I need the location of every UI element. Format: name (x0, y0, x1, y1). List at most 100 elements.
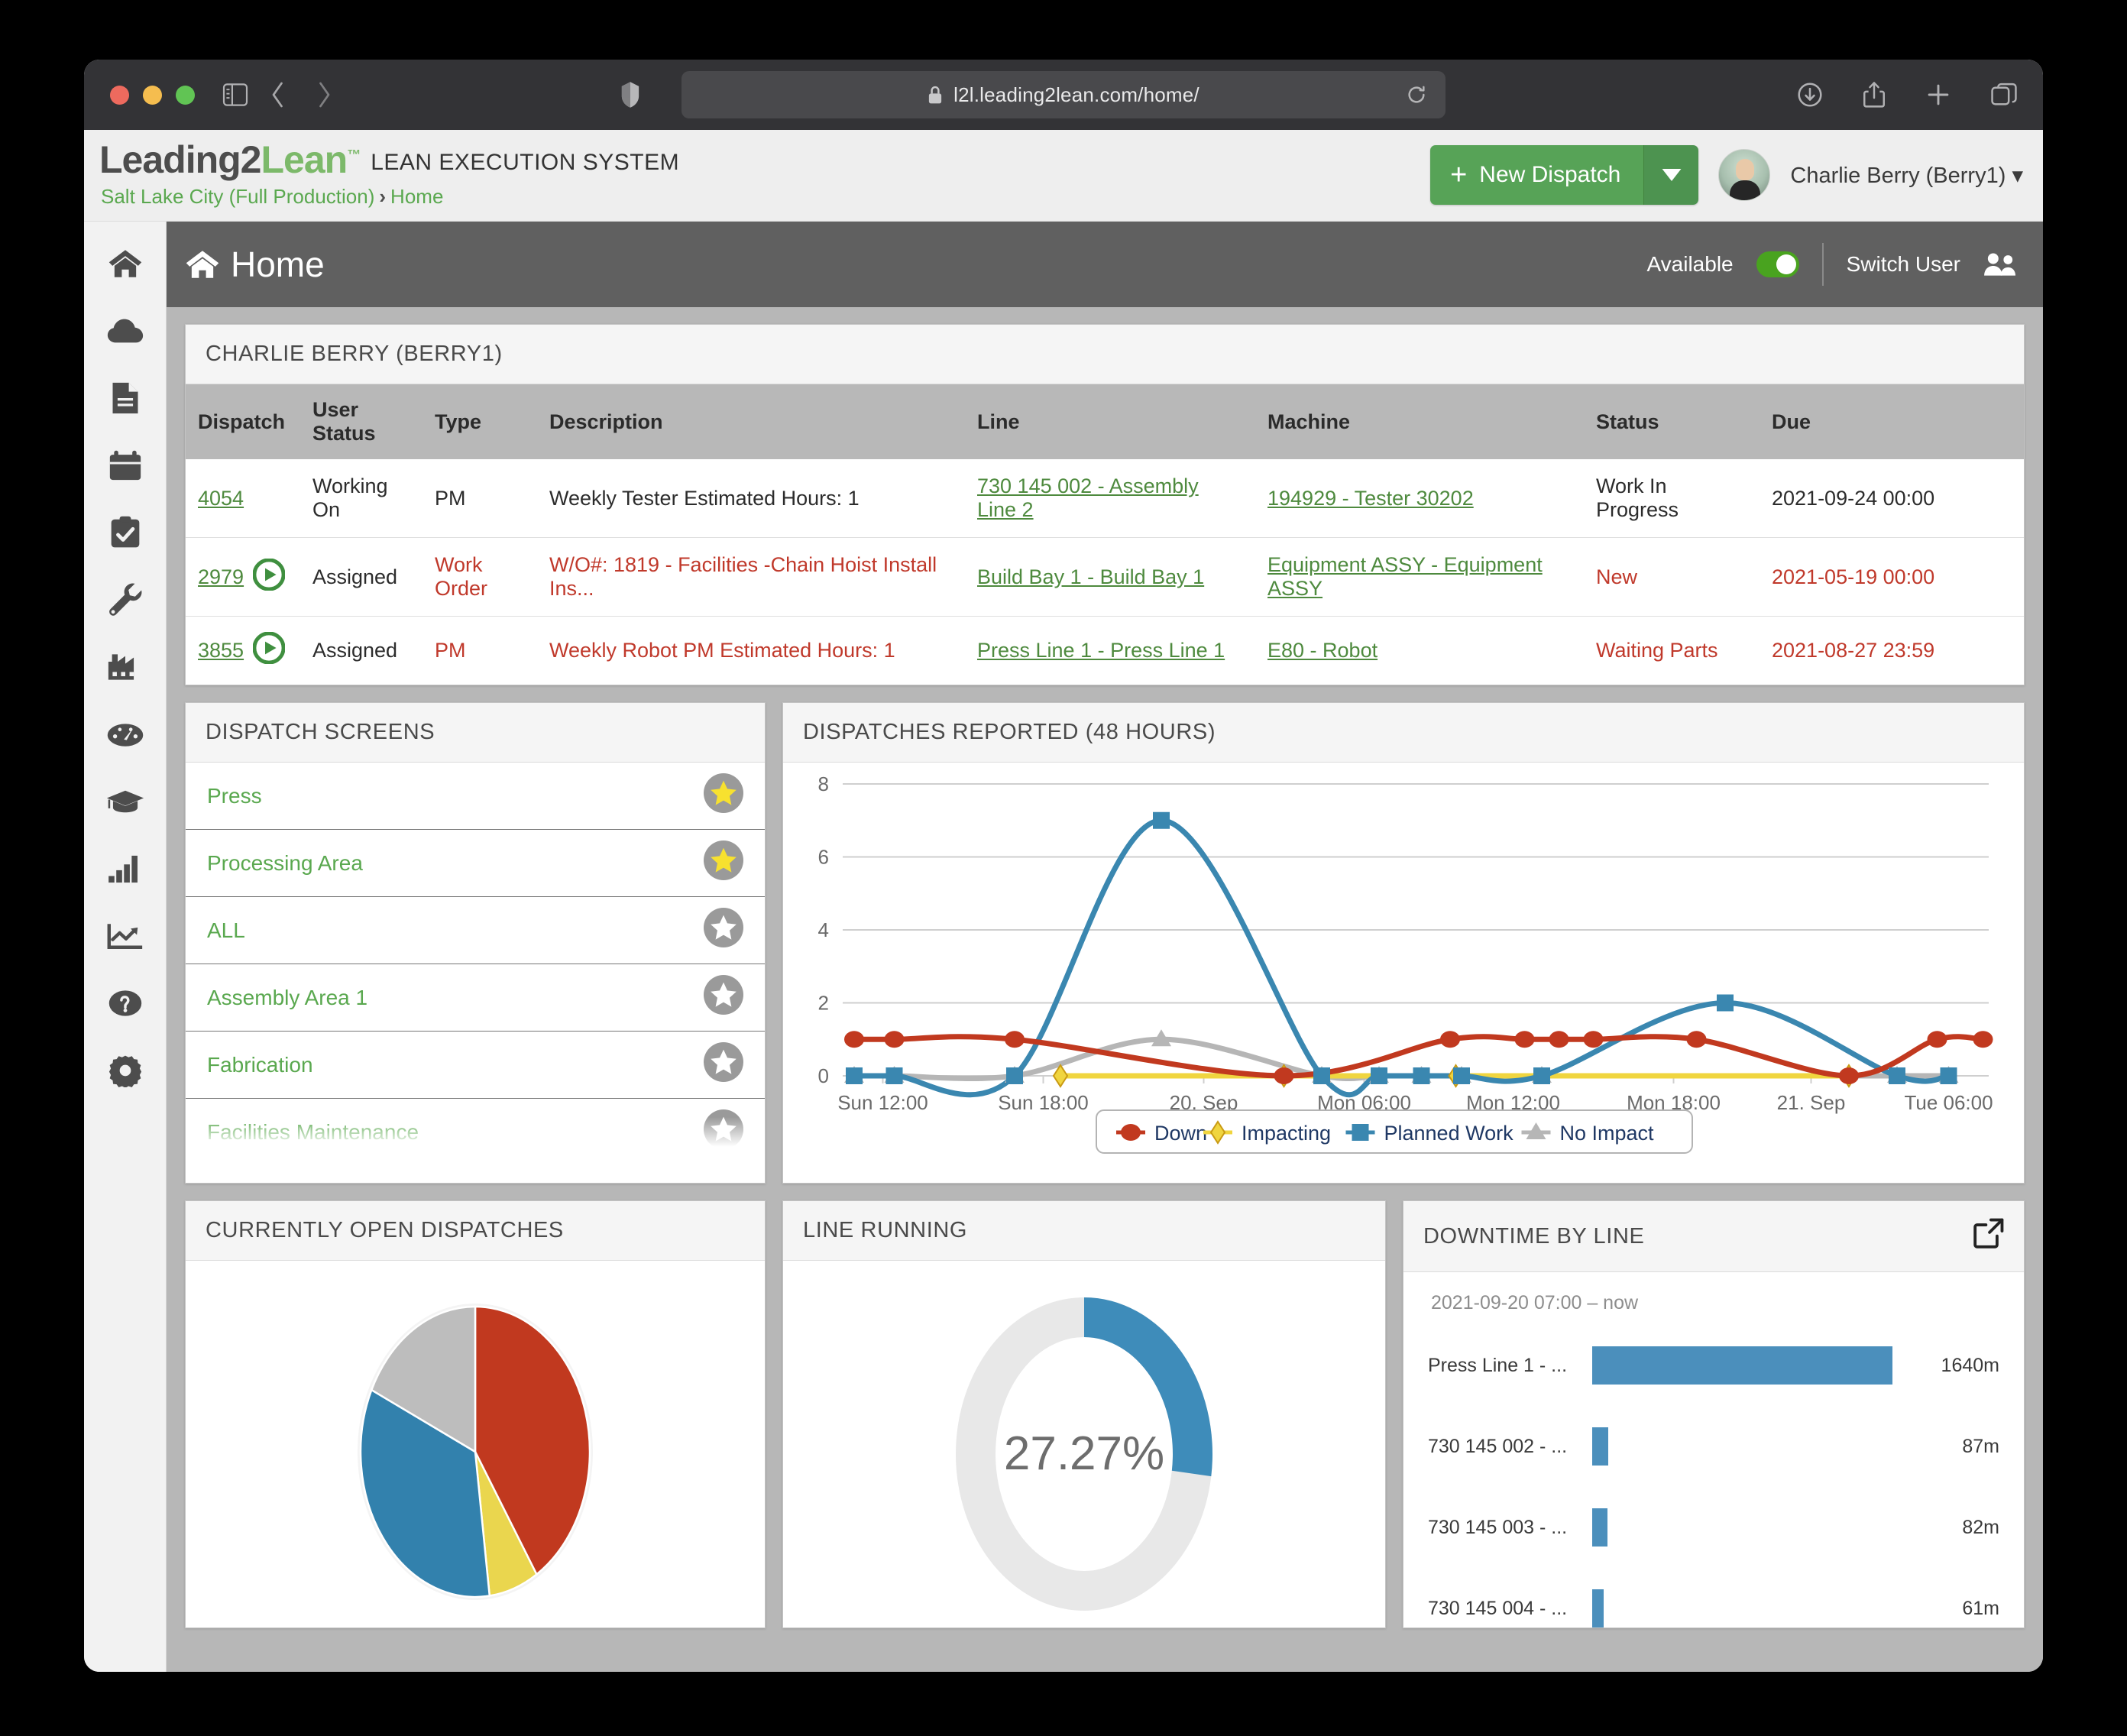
dispatch-table-body: 4054 Working On PM Weekly Tester Estimat… (186, 459, 2024, 685)
column-status[interactable]: Status (1584, 384, 1760, 459)
dispatch-link[interactable]: 3855 (198, 639, 244, 662)
list-item[interactable]: Facilities Maintenance (186, 1099, 765, 1166)
favorite-star-icon[interactable] (704, 1109, 743, 1155)
list-item[interactable]: Assembly Area 1 (186, 964, 765, 1032)
list-item[interactable]: Material Services (186, 1166, 765, 1183)
column-due[interactable]: Due (1760, 384, 2024, 459)
list-item[interactable]: Fabrication (186, 1032, 765, 1099)
cell-user-status: Working On (300, 459, 422, 538)
dispatches-reported-chart[interactable]: 0 2 4 6 8 Sun 12:00 Sun 18:00 20. Sep Mon 06:00 M… (783, 763, 2024, 1183)
column-dispatch[interactable]: Dispatch (186, 384, 300, 459)
close-window-button[interactable] (110, 85, 129, 105)
tab-overview-icon[interactable] (1991, 83, 2017, 107)
cell-dispatch: 2979 (186, 537, 300, 617)
dispatch-link[interactable]: 4054 (198, 487, 244, 510)
share-icon[interactable] (1863, 81, 1886, 108)
column-description[interactable]: Description (537, 384, 965, 459)
column-type[interactable]: Type (422, 384, 537, 459)
address-bar[interactable]: l2l.leading2lean.com/home/ (681, 71, 1446, 118)
downtime-row[interactable]: Press Line 1 - ... 1640m (1428, 1325, 1999, 1406)
forward-arrow-icon[interactable] (314, 81, 334, 108)
machine-link[interactable]: E80 - Robot (1267, 639, 1378, 662)
back-arrow-icon[interactable] (268, 81, 288, 108)
sidebar-item-help[interactable] (102, 981, 149, 1025)
sidebar-item-calendar[interactable] (102, 443, 149, 487)
window-traffic-lights[interactable] (110, 85, 195, 105)
favorite-star-icon[interactable] (704, 773, 743, 818)
favorite-star-icon[interactable] (704, 840, 743, 886)
list-item[interactable]: Press (186, 763, 765, 830)
downtime-value: 61m (1962, 1597, 1999, 1619)
sidebar-item-settings[interactable] (102, 1048, 149, 1093)
open-dispatches-title: CURRENTLY OPEN DISPATCHES (186, 1201, 765, 1261)
new-dispatch-button-group[interactable]: + New Dispatch (1430, 145, 1699, 205)
line-link[interactable]: 730 145 002 - Assembly Line 2 (977, 474, 1199, 521)
breadcrumb-page-link[interactable]: Home (390, 185, 443, 208)
line-link[interactable]: Press Line 1 - Press Line 1 (977, 639, 1225, 662)
column-user-status[interactable]: User Status (300, 384, 422, 459)
sidebar-item-training[interactable] (102, 779, 149, 824)
favorite-star-icon[interactable] (704, 908, 743, 953)
start-work-icon[interactable] (252, 557, 286, 596)
favorite-star-icon[interactable] (704, 1042, 743, 1087)
downtime-bar[interactable] (1592, 1427, 1608, 1466)
table-row[interactable]: 3855 Assigned PM Weekly Robot PM Estimat… (186, 617, 2024, 685)
line-link[interactable]: Build Bay 1 - Build Bay 1 (977, 565, 1204, 588)
user-menu[interactable]: Charlie Berry (Berry1) ▾ (1790, 162, 2023, 189)
svg-text:2: 2 (818, 992, 829, 1015)
page-title-text: Home (231, 245, 325, 284)
users-icon[interactable] (1983, 252, 2017, 277)
downtime-row[interactable]: 730 145 004 - ... 61m (1428, 1568, 1999, 1628)
sidebar-toggle-icon[interactable] (222, 83, 248, 106)
favorite-star-icon[interactable] (704, 1177, 743, 1183)
avatar[interactable] (1718, 149, 1771, 201)
machine-link[interactable]: Equipment ASSY - Equipment ASSY (1267, 553, 1543, 600)
privacy-shield-icon[interactable] (620, 80, 640, 109)
cell-machine: E80 - Robot (1255, 617, 1584, 685)
switch-user-label[interactable]: Switch User (1847, 252, 1960, 277)
external-link-icon[interactable] (1973, 1218, 2004, 1255)
column-line[interactable]: Line (965, 384, 1255, 459)
availability-toggle[interactable] (1756, 251, 1799, 277)
dashboard-scroll-area[interactable]: CHARLIE BERRY (BERRY1) Dispatch User Sta… (167, 307, 2043, 1672)
downtime-bar[interactable] (1592, 1589, 1604, 1628)
list-item[interactable]: Processing Area (186, 830, 765, 897)
downtime-row[interactable]: 730 145 002 - ... 87m (1428, 1406, 1999, 1487)
new-dispatch-dropdown-button[interactable] (1643, 145, 1699, 205)
new-dispatch-button[interactable]: + New Dispatch (1430, 145, 1644, 205)
table-row[interactable]: 4054 Working On PM Weekly Tester Estimat… (186, 459, 2024, 538)
sidebar-item-home[interactable] (102, 241, 149, 286)
downtime-bar[interactable] (1592, 1346, 1892, 1385)
downtime-row[interactable]: 730 145 003 - ... 82m (1428, 1487, 1999, 1568)
download-icon[interactable] (1797, 82, 1823, 108)
sidebar-item-trends[interactable] (102, 914, 149, 958)
dispatch-screens-list[interactable]: Press Processing Area ALL Assembly Area … (186, 763, 765, 1183)
page-title: Home (185, 244, 325, 285)
dispatch-link[interactable]: 2979 (198, 565, 244, 589)
machine-link[interactable]: 194929 - Tester 30202 (1267, 487, 1474, 510)
plus-icon[interactable] (1925, 82, 1951, 108)
table-row[interactable]: 2979 Assigned Work Order W/O#: 1819 - Fa… (186, 537, 2024, 617)
breadcrumb-site-link[interactable]: Salt Lake City (Full Production) (101, 185, 374, 208)
sidebar-item-cloud[interactable] (102, 309, 149, 353)
calendar-icon (109, 450, 141, 481)
column-machine[interactable]: Machine (1255, 384, 1584, 459)
open-dispatches-pie[interactable] (186, 1261, 765, 1612)
sidebar-item-production[interactable] (102, 645, 149, 689)
clipboard-check-icon (111, 516, 139, 548)
sidebar-item-documents[interactable] (102, 376, 149, 420)
sidebar-item-reports[interactable] (102, 847, 149, 891)
sidebar-item-checklists[interactable] (102, 510, 149, 555)
sidebar-item-performance[interactable] (102, 712, 149, 756)
maximize-window-button[interactable] (176, 85, 195, 105)
reload-icon[interactable] (1406, 84, 1427, 105)
downtime-bar[interactable] (1592, 1508, 1607, 1547)
cell-due: 2021-05-19 00:00 (1760, 537, 2024, 617)
sidebar-item-maintenance[interactable] (102, 578, 149, 622)
favorite-star-icon[interactable] (704, 975, 743, 1020)
line-running-gauge[interactable]: 27.27% (783, 1261, 1385, 1628)
list-item[interactable]: ALL (186, 897, 765, 964)
minimize-window-button[interactable] (143, 85, 162, 105)
start-work-icon[interactable] (252, 631, 286, 669)
app-header: Leading2Lean™ LEAN EXECUTION SYSTEM Salt… (84, 130, 2043, 222)
